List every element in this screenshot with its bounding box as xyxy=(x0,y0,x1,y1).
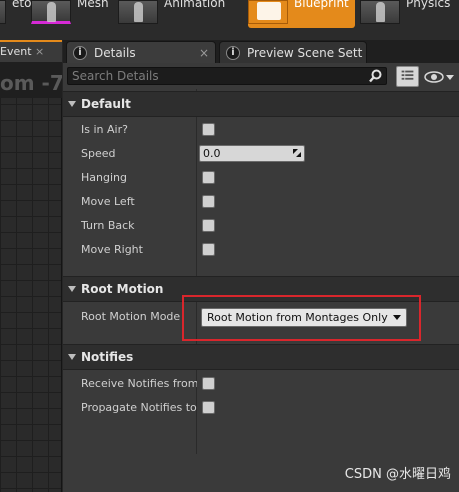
caret-down-icon xyxy=(68,354,76,360)
close-icon[interactable]: × xyxy=(199,46,209,60)
search-input[interactable] xyxy=(68,68,386,84)
zoom-indicator: om -7 xyxy=(0,62,62,98)
property-label: Root Motion Mode xyxy=(81,310,181,323)
section-default[interactable]: Default xyxy=(63,91,459,117)
property-label: Speed xyxy=(81,147,116,160)
grid-icon xyxy=(401,70,414,80)
property-matrix-button[interactable] xyxy=(396,66,419,87)
mode-label: Mesh xyxy=(77,0,109,10)
mode-label: Blueprint xyxy=(294,0,349,10)
watermark: CSDN @水曜日鸡 xyxy=(344,467,451,482)
section-title: Notifies xyxy=(81,350,134,364)
property-speed: Speed 0.0 xyxy=(63,142,459,166)
property-label: Hanging xyxy=(81,171,127,184)
info-icon: i xyxy=(73,45,87,60)
property-receive-notifies: Receive Notifies from I xyxy=(63,372,459,396)
propagate-notifies-checkbox[interactable] xyxy=(202,401,215,414)
speed-input[interactable]: 0.0 xyxy=(199,145,305,162)
search-icon[interactable] xyxy=(369,69,383,83)
move-right-checkbox[interactable] xyxy=(202,243,215,256)
event-graph-viewport[interactable]: Event × om -7 xyxy=(0,40,62,492)
eye-icon[interactable] xyxy=(424,70,454,84)
hanging-checkbox[interactable] xyxy=(202,171,215,184)
mode-mesh-button[interactable]: Mesh xyxy=(31,0,109,28)
is-in-air-checkbox[interactable] xyxy=(202,123,215,136)
property-label: Receive Notifies from I xyxy=(81,377,197,390)
drag-resize-icon[interactable] xyxy=(293,149,301,157)
mode-animation-button[interactable]: Animation xyxy=(118,0,225,28)
animation-thumbnail-icon xyxy=(118,0,158,24)
close-icon[interactable]: × xyxy=(35,45,44,58)
tab-preview-scene-settings[interactable]: i Preview Scene Sett xyxy=(219,41,367,63)
search-box[interactable] xyxy=(67,67,387,85)
property-label: Is in Air? xyxy=(81,123,128,136)
move-left-checkbox[interactable] xyxy=(202,195,215,208)
panel-tab-strip: i Details × i Preview Scene Sett xyxy=(63,40,459,63)
section-notifies[interactable]: Notifies xyxy=(63,344,459,370)
mode-toolbar: eton Mesh Animation Blueprint Physics xyxy=(0,0,459,40)
property-propagate-notifies: Propagate Notifies to L xyxy=(63,396,459,420)
mesh-thumbnail-icon xyxy=(31,0,71,24)
mode-label: Animation xyxy=(164,0,226,10)
annotation-highlight-box xyxy=(182,295,421,341)
section-title: Root Motion xyxy=(81,282,164,296)
property-move-right: Move Right xyxy=(63,238,459,262)
info-icon: i xyxy=(226,45,240,60)
caret-down-icon xyxy=(68,101,76,107)
skeleton-thumbnail-icon xyxy=(0,0,6,24)
blueprint-thumbnail-icon xyxy=(248,0,288,24)
property-move-left: Move Left xyxy=(63,190,459,214)
tab-details[interactable]: i Details × xyxy=(66,41,216,63)
property-is-in-air: Is in Air? xyxy=(63,118,459,142)
physics-thumbnail-icon xyxy=(360,0,400,24)
section-title: Default xyxy=(81,97,131,111)
caret-down-icon xyxy=(68,286,76,292)
property-hanging: Hanging xyxy=(63,166,459,190)
property-turn-back: Turn Back xyxy=(63,214,459,238)
property-label: Move Left xyxy=(81,195,135,208)
mode-physics-button[interactable]: Physics xyxy=(360,0,450,28)
details-panel: Default Is in Air? Speed 0.0 Hanging Mov… xyxy=(63,63,459,492)
receive-notifies-checkbox[interactable] xyxy=(202,377,215,390)
turn-back-checkbox[interactable] xyxy=(202,219,215,232)
tab-label: Details xyxy=(94,45,136,60)
event-graph-tab-label: Event xyxy=(0,45,36,58)
mode-blueprint-button[interactable]: Blueprint xyxy=(248,0,355,28)
search-row xyxy=(63,63,459,89)
property-label: Turn Back xyxy=(81,219,135,232)
speed-value: 0.0 xyxy=(203,147,221,160)
property-label: Move Right xyxy=(81,243,143,256)
property-label: Propagate Notifies to L xyxy=(81,401,197,414)
tab-label: Preview Scene Sett xyxy=(247,45,363,60)
mode-label: Physics xyxy=(406,0,451,10)
event-graph-tab[interactable]: Event × xyxy=(0,40,62,62)
